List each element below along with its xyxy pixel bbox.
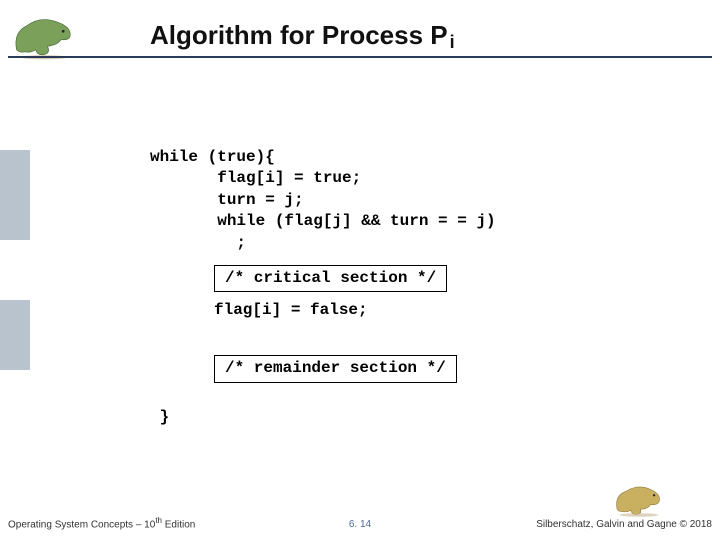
footer-super: th: [155, 516, 162, 525]
slide-number: 6. 14: [349, 519, 371, 530]
title-subscript: i: [450, 32, 455, 53]
critical-section-box: /* critical section */: [214, 265, 447, 293]
code-line: }: [150, 408, 169, 426]
code-line: turn = j;: [150, 191, 304, 209]
code-block: while (true){ flag[i] = true; turn = j; …: [150, 125, 496, 428]
footer-copyright: Silberschatz, Galvin and Gagne © 2018: [536, 519, 712, 530]
side-accent-bars: [0, 150, 30, 430]
code-line: while (true){: [150, 148, 275, 166]
title-main: Algorithm for Process P: [150, 20, 448, 51]
footer-text: Edition: [162, 519, 195, 530]
footer-text: Operating System Concepts – 10: [8, 519, 155, 530]
side-bar: [0, 150, 30, 240]
header-rule: [8, 56, 712, 58]
code-line: flag[i] = false;: [214, 300, 496, 322]
footer-left: Operating System Concepts – 10th Edition: [8, 516, 195, 530]
slide-footer: Operating System Concepts – 10th Edition…: [0, 508, 720, 532]
code-line: ;: [150, 234, 246, 252]
slide-title: Algorithm for Process Pi: [150, 20, 455, 51]
code-line: while (flag[j] && turn = = j): [150, 212, 496, 230]
side-bar: [0, 300, 30, 370]
dinosaur-icon: [8, 12, 80, 60]
remainder-section-box: /* remainder section */: [214, 355, 457, 383]
code-line: flag[i] = true;: [150, 169, 361, 187]
